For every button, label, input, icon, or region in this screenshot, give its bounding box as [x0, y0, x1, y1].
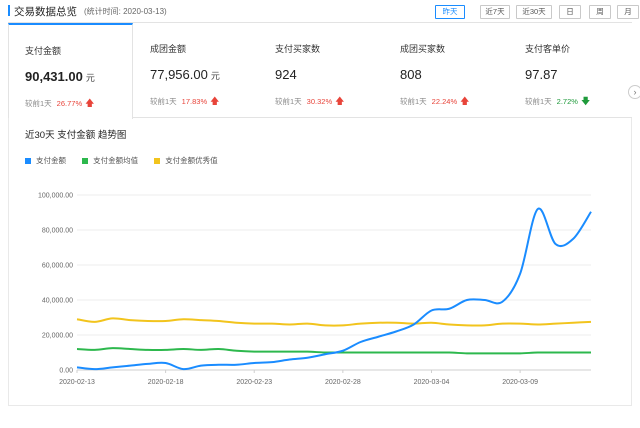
x-tick-label: 2020-02-28 — [325, 379, 361, 386]
card-label: 成团买家数 — [400, 44, 446, 54]
trend-chart-panel: 近30天 支付金额 趋势图 支付金额 支付金额均值 支付金额优秀值 0.00 20… — [8, 118, 632, 406]
x-tick-label: 2020-02-23 — [236, 379, 272, 386]
card-label: 支付客单价 — [525, 44, 571, 54]
card-value: 77,956.00 元 — [150, 67, 220, 82]
card-group-buyers[interactable]: 成团买家数 808 较前1天 22.24% 🡅 — [384, 23, 509, 118]
statistics-time: (统计时间: 2020-03-13) — [84, 7, 167, 16]
metric-cards: 支付金额 90,431.00 元 较前1天 26.77% 🡅 成团金额 77,956.… — [8, 22, 640, 119]
range-week-button[interactable]: 周 — [589, 5, 611, 19]
title-accent-bar — [8, 5, 10, 16]
change-percent: 17.83% — [181, 97, 208, 106]
next-cards-button[interactable]: › — [628, 85, 640, 99]
range-30days-button[interactable]: 近30天 — [516, 5, 552, 19]
x-tick-label: 2020-02-18 — [148, 379, 184, 386]
range-month-button[interactable]: 月 — [617, 5, 639, 19]
page-header: 交易数据总览 (统计时间: 2020-03-13) 昨天 近7天 近30天 日 … — [8, 0, 639, 22]
card-compare: 较前1天 26.77% 🡅 — [25, 96, 94, 112]
series-line-支付金额[interactable] — [76, 207, 592, 371]
range-7days-button[interactable]: 近7天 — [480, 5, 510, 19]
card-compare: 较前1天 2.72% 🡇 — [525, 94, 590, 110]
x-tick-label: 2020-02-13 — [59, 379, 95, 386]
card-unit: 元 — [210, 71, 220, 81]
card-compare: 较前1天 30.32% 🡅 — [275, 94, 344, 110]
card-payment-amount[interactable]: 支付金额 90,431.00 元 较前1天 26.77% 🡅 — [8, 23, 133, 119]
card-value: 924 — [275, 67, 297, 82]
arrow-up-icon: 🡅 — [335, 96, 345, 106]
card-compare: 较前1天 17.83% 🡅 — [150, 94, 219, 110]
card-label: 成团金额 — [150, 44, 187, 54]
card-label: 支付金额 — [25, 46, 62, 56]
card-group-amount[interactable]: 成团金额 77,956.00 元 较前1天 17.83% 🡅 — [134, 23, 259, 118]
y-tick-label: 20,000.00 — [42, 333, 73, 340]
change-percent: 26.77% — [56, 99, 83, 108]
card-compare: 较前1天 22.24% 🡅 — [400, 94, 469, 110]
range-yesterday-button[interactable]: 昨天 — [435, 5, 465, 19]
line-chart: 0.00 20,000.00 40,000.00 60,000.00 80,000.00… — [38, 193, 592, 386]
y-tick-label: 100,000.00 — [38, 193, 73, 200]
arrow-up-icon: 🡅 — [460, 96, 470, 106]
card-value: 90,431.00 元 — [25, 69, 95, 84]
change-percent: 30.32% — [306, 97, 333, 106]
card-avg-order-value[interactable]: 支付客单价 97.87 较前1天 2.72% 🡇 — [509, 23, 634, 118]
card-paying-buyers[interactable]: 支付买家数 924 较前1天 30.32% 🡅 — [259, 23, 384, 118]
page-title: 交易数据总览 — [14, 6, 77, 18]
arrow-up-icon: 🡅 — [85, 98, 95, 108]
change-percent: 22.24% — [431, 97, 458, 106]
arrow-down-icon: 🡇 — [580, 96, 591, 106]
y-tick-label: 80,000.00 — [42, 228, 73, 235]
x-tick-label: 2020-03-04 — [414, 379, 450, 386]
x-tick-label: 2020-03-09 — [502, 379, 538, 386]
arrow-up-icon: 🡅 — [210, 96, 220, 106]
card-value: 97.87 — [525, 67, 558, 82]
y-tick-label: 60,000.00 — [42, 263, 73, 270]
y-tick-label: 0.00 — [59, 368, 73, 375]
card-unit: 元 — [85, 73, 95, 83]
y-tick-label: 40,000.00 — [42, 298, 73, 305]
range-day-button[interactable]: 日 — [559, 5, 581, 19]
change-percent: 2.72% — [556, 97, 578, 106]
card-value: 808 — [400, 67, 422, 82]
card-label: 支付买家数 — [275, 44, 321, 54]
series-line-支付金额优秀值[interactable] — [76, 317, 592, 327]
